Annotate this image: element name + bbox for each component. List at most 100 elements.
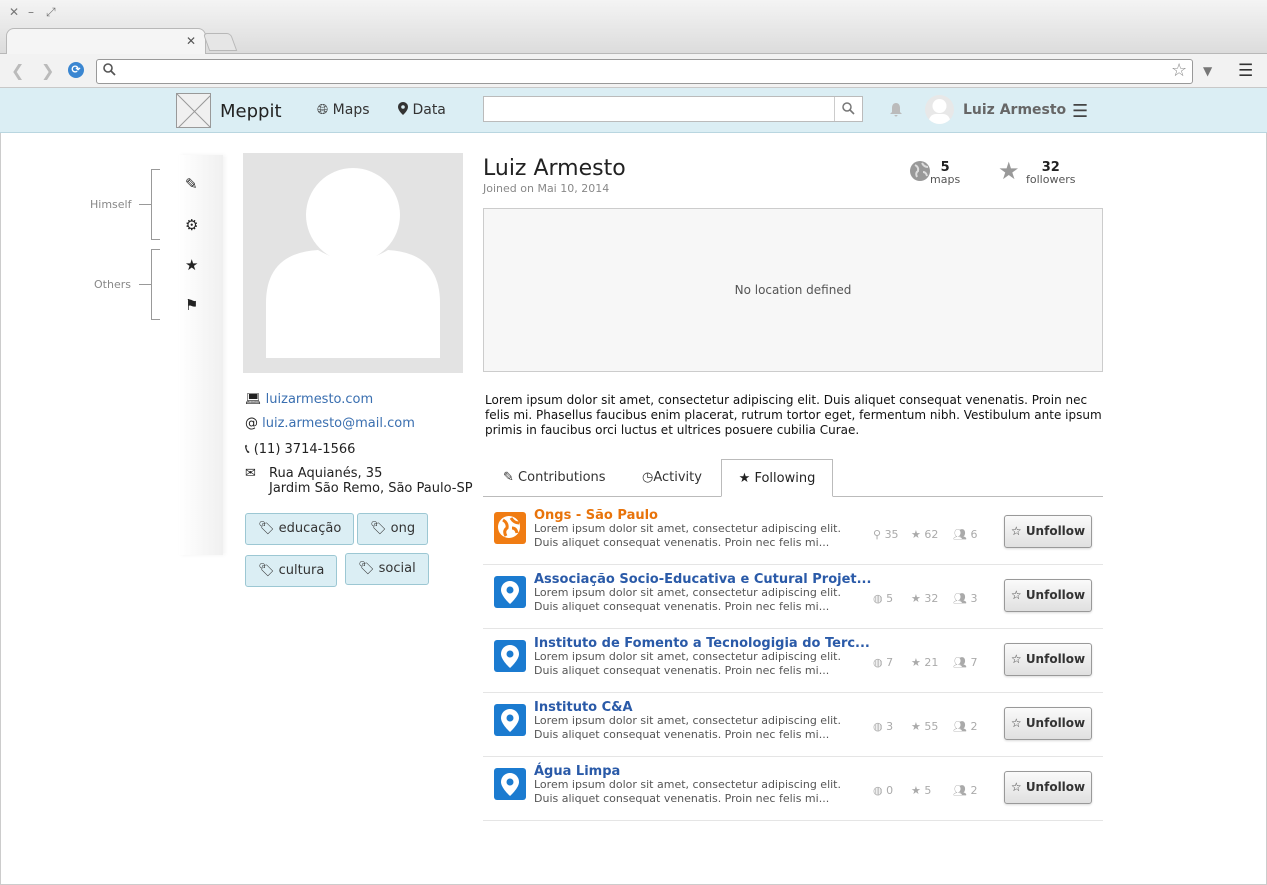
unfollow-button[interactable]: ☆ Unfollow: [1004, 707, 1092, 740]
nav-link-data[interactable]: Data: [398, 102, 446, 118]
hamburger-icon[interactable]: ☰: [1072, 101, 1088, 122]
item-title[interactable]: Associação Socio-Educativa e Cutural Pro…: [534, 572, 871, 587]
map-pin-icon[interactable]: [494, 704, 526, 736]
star-outline-icon: ☆: [1010, 780, 1022, 794]
nav-link-maps[interactable]: 🌐︎ Maps: [317, 102, 370, 118]
map-pin-icon[interactable]: [494, 640, 526, 672]
logo-image[interactable]: [176, 93, 211, 128]
maps-stat[interactable]: 5 maps: [930, 161, 961, 186]
item-members-count: 👥︎ 2: [953, 784, 978, 797]
item-title[interactable]: Instituto C&A: [534, 700, 633, 715]
tag-icon: 🏷︎: [258, 563, 275, 578]
item-maps-count: ◍ 0: [873, 784, 894, 797]
group-label-himself: Himself: [90, 198, 132, 211]
maps-label: maps: [930, 173, 961, 186]
item-followers-count: ★ 55: [911, 720, 939, 733]
tab-following[interactable]: ★ Following: [721, 459, 833, 497]
reload-icon[interactable]: ⟳: [68, 62, 84, 78]
star-icon[interactable]: ★: [185, 256, 198, 274]
search-button[interactable]: [834, 97, 862, 121]
tab-contributions[interactable]: ✎ Contributions: [503, 470, 606, 485]
item-maps-count: ⚲ 35: [873, 528, 899, 541]
star-outline-icon: ☆: [1010, 652, 1022, 666]
users-icon: 👥︎: [953, 656, 967, 669]
window-minimize-icon[interactable]: –: [28, 5, 34, 19]
bracket-connector: [139, 204, 151, 205]
item-maps-count: ◍ 7: [873, 656, 894, 669]
tag-icon: 🏷︎: [358, 561, 375, 576]
user-menu-name[interactable]: Luiz Armesto: [963, 102, 1066, 118]
website-row: 💻︎ luizarmesto.com: [245, 392, 373, 407]
joined-date: Joined on Mai 10, 2014: [483, 182, 610, 195]
tab-close-icon[interactable]: ✕: [186, 34, 196, 48]
unfollow-button[interactable]: ☆ Unfollow: [1004, 515, 1092, 548]
address-line-2: Jardim São Remo, São Paulo-SP: [269, 481, 473, 496]
back-icon[interactable]: ❮: [11, 61, 24, 80]
pencil-icon[interactable]: ✎: [185, 175, 198, 193]
list-item: Ongs - São Paulo Lorem ipsum dolor sit a…: [483, 501, 1103, 565]
unfollow-button[interactable]: ☆ Unfollow: [1004, 771, 1092, 804]
tag-cultura[interactable]: 🏷︎ cultura: [245, 555, 338, 587]
avatar[interactable]: [925, 95, 954, 124]
tag-label: cultura: [278, 563, 325, 578]
brand-name[interactable]: Meppit: [220, 101, 282, 122]
edit-icon: ✎: [503, 470, 514, 485]
bell-icon[interactable]: [890, 103, 902, 121]
star-icon: ★: [911, 720, 921, 733]
unfollow-button[interactable]: ☆ Unfollow: [1004, 643, 1092, 676]
forward-icon[interactable]: ❯: [41, 61, 54, 80]
list-item: Instituto de Fomento a Tecnologigia do T…: [483, 629, 1103, 693]
star-icon: ★: [911, 528, 921, 541]
phone-row: 📞︎ (11) 3714-1566: [245, 442, 355, 457]
map-pin-icon[interactable]: [494, 768, 526, 800]
item-title[interactable]: Água Limpa: [534, 764, 620, 779]
phone-number: (11) 3714-1566: [253, 442, 356, 457]
bookmark-star-icon[interactable]: ☆: [1171, 60, 1187, 81]
email-link[interactable]: luiz.armesto@mail.com: [262, 416, 415, 431]
nav-link-label: Maps: [332, 102, 370, 118]
users-icon: 👥︎: [953, 592, 967, 605]
item-members-count: 👥︎ 6: [953, 528, 978, 541]
tag-label: social: [378, 561, 416, 576]
item-title[interactable]: Instituto de Fomento a Tecnologigia do T…: [534, 636, 870, 651]
tag-educacao[interactable]: 🏷︎ educação: [245, 513, 355, 545]
tag-icon: 🏷︎: [370, 521, 387, 536]
star-icon: ★: [738, 471, 751, 486]
globe-icon[interactable]: [494, 512, 526, 544]
tag-label: educação: [278, 521, 342, 536]
item-followers-count: ★ 32: [911, 592, 939, 605]
location-map[interactable]: No location defined: [483, 208, 1103, 372]
users-icon: 👥︎: [953, 528, 967, 541]
globe-icon: ◍: [873, 720, 883, 733]
star-icon: ★: [998, 157, 1020, 185]
star-icon: ★: [911, 656, 921, 669]
list-item: Instituto C&A Lorem ipsum dolor sit amet…: [483, 693, 1103, 757]
map-pin-icon[interactable]: [494, 576, 526, 608]
profile-bio: Lorem ipsum dolor sit amet, consectetur …: [485, 393, 1102, 437]
globe-icon: ◍: [873, 784, 883, 797]
gear-icon[interactable]: ⚙: [185, 216, 198, 234]
tag-ong[interactable]: 🏷︎ ong: [357, 513, 429, 545]
item-title[interactable]: Ongs - São Paulo: [534, 508, 658, 523]
followers-stat[interactable]: 32 followers: [1026, 161, 1075, 186]
group-label-others: Others: [94, 278, 131, 291]
chevron-down-icon[interactable]: ▼: [1203, 64, 1212, 78]
browser-menu-icon[interactable]: ☰: [1238, 61, 1253, 81]
unfollow-button[interactable]: ☆ Unfollow: [1004, 579, 1092, 612]
item-description: Lorem ipsum dolor sit amet, consectetur …: [534, 714, 841, 741]
address-line-1: Rua Aquianés, 35: [269, 466, 383, 481]
bracket-connector: [139, 284, 151, 285]
window-close-icon[interactable]: ✕: [9, 5, 19, 19]
tag-social[interactable]: 🏷︎ social: [345, 553, 429, 585]
search-icon: [842, 102, 855, 115]
window-maximize-icon[interactable]: ⤢: [46, 5, 56, 20]
browser-tab[interactable]: [6, 28, 206, 54]
item-followers-count: ★ 21: [911, 656, 939, 669]
laptop-icon: 💻︎: [245, 392, 262, 407]
tab-activity[interactable]: ◷Activity: [642, 470, 702, 485]
website-link[interactable]: luizarmesto.com: [266, 392, 374, 407]
address-bar[interactable]: [96, 59, 1193, 84]
flag-icon[interactable]: ⚑: [185, 296, 198, 314]
globe-icon: ◍: [873, 656, 883, 669]
search-input[interactable]: [483, 96, 863, 122]
